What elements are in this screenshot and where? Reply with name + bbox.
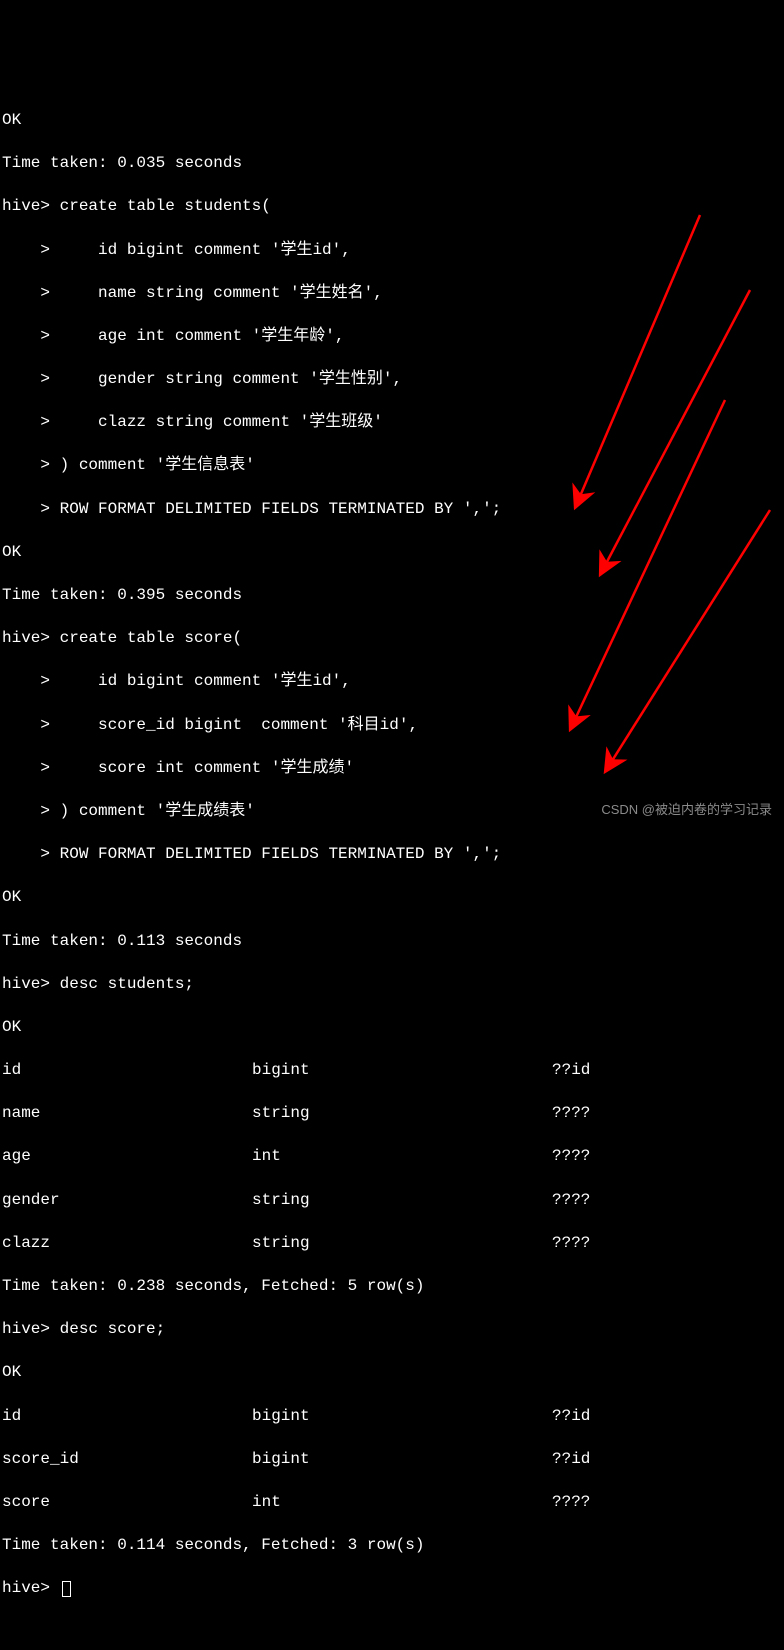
cont-prompt: > (2, 241, 60, 259)
col-comment: ???? (552, 1104, 590, 1122)
col-name: age (2, 1146, 252, 1168)
col-name: id (2, 1060, 252, 1082)
col-name: name (2, 1103, 252, 1125)
col-comment: ??id (552, 1061, 590, 1079)
hive-prompt: hive> (2, 197, 60, 215)
sql-line: > ROW FORMAT DELIMITED FIELDS TERMINATED… (2, 499, 782, 521)
cont-prompt: > (2, 802, 60, 820)
col-name: clazz (2, 1233, 252, 1255)
col-type: int (252, 1146, 552, 1168)
time-taken: Time taken: 0.035 seconds (2, 153, 782, 175)
sql-text: create table students( (60, 197, 271, 215)
sql-line: > clazz string comment '学生班级' (2, 412, 782, 434)
col-type: bigint (252, 1449, 552, 1471)
sql-text: desc students; (60, 975, 194, 993)
sql-text: age int comment '学生年龄', (60, 327, 345, 345)
status-ok: OK (2, 1362, 782, 1384)
time-taken: Time taken: 0.238 seconds, Fetched: 5 ro… (2, 1276, 782, 1298)
cont-prompt: > (2, 456, 60, 474)
cont-prompt: > (2, 370, 60, 388)
hive-prompt: hive> (2, 1320, 60, 1338)
sql-text: desc score; (60, 1320, 166, 1338)
sql-line: > age int comment '学生年龄', (2, 326, 782, 348)
sql-text: id bigint comment '学生id', (60, 241, 351, 259)
col-type: string (252, 1103, 552, 1125)
col-comment: ???? (552, 1147, 590, 1165)
time-taken: Time taken: 0.395 seconds (2, 585, 782, 607)
sql-text: score int comment '学生成绩' (60, 759, 354, 777)
sql-text: name string comment '学生姓名', (60, 284, 383, 302)
col-type: string (252, 1233, 552, 1255)
col-comment: ???? (552, 1191, 590, 1209)
cont-prompt: > (2, 845, 60, 863)
cont-prompt: > (2, 759, 60, 777)
sql-line: > score int comment '学生成绩' (2, 758, 782, 780)
table-row: ageint???? (2, 1146, 782, 1168)
hive-prompt: hive> (2, 975, 60, 993)
col-name: id (2, 1406, 252, 1428)
cont-prompt: > (2, 672, 60, 690)
sql-text: clazz string comment '学生班级' (60, 413, 383, 431)
sql-line: > ) comment '学生信息表' (2, 455, 782, 477)
sql-line: hive> create table students( (2, 196, 782, 218)
sql-text: id bigint comment '学生id', (60, 672, 351, 690)
col-type: bigint (252, 1406, 552, 1428)
sql-text: ROW FORMAT DELIMITED FIELDS TERMINATED B… (60, 845, 502, 863)
sql-line: > name string comment '学生姓名', (2, 283, 782, 305)
col-type: int (252, 1492, 552, 1514)
sql-line: > score_id bigint comment '科目id', (2, 715, 782, 737)
table-row: idbigint??id (2, 1406, 782, 1428)
col-comment: ???? (552, 1493, 590, 1511)
cont-prompt: > (2, 716, 60, 734)
watermark-text: CSDN @被迫内卷的学习记录 (601, 801, 772, 819)
col-name: score_id (2, 1449, 252, 1471)
cont-prompt: > (2, 327, 60, 345)
cont-prompt: > (2, 284, 60, 302)
status-ok: OK (2, 110, 782, 132)
col-comment: ???? (552, 1234, 590, 1252)
status-ok: OK (2, 1017, 782, 1039)
sql-line: > id bigint comment '学生id', (2, 240, 782, 262)
cont-prompt: > (2, 500, 60, 518)
col-name: score (2, 1492, 252, 1514)
col-name: gender (2, 1190, 252, 1212)
table-row: idbigint??id (2, 1060, 782, 1082)
table-row: genderstring???? (2, 1190, 782, 1212)
table-row: clazzstring???? (2, 1233, 782, 1255)
terminal-output: OK Time taken: 0.035 seconds hive> creat… (2, 88, 782, 1621)
hive-prompt: hive> (2, 1579, 60, 1597)
time-taken: Time taken: 0.114 seconds, Fetched: 3 ro… (2, 1535, 782, 1557)
cont-prompt: > (2, 413, 60, 431)
col-comment: ??id (552, 1407, 590, 1425)
input-line[interactable]: hive> (2, 1578, 782, 1600)
sql-line: hive> desc score; (2, 1319, 782, 1341)
sql-text: ROW FORMAT DELIMITED FIELDS TERMINATED B… (60, 500, 502, 518)
col-type: bigint (252, 1060, 552, 1082)
sql-line: hive> desc students; (2, 974, 782, 996)
table-row: namestring???? (2, 1103, 782, 1125)
hive-prompt: hive> (2, 629, 60, 647)
cursor-icon (62, 1581, 71, 1597)
sql-line: > id bigint comment '学生id', (2, 671, 782, 693)
table-row: scoreint???? (2, 1492, 782, 1514)
col-comment: ??id (552, 1450, 590, 1468)
sql-line: > gender string comment '学生性别', (2, 369, 782, 391)
sql-line: > ROW FORMAT DELIMITED FIELDS TERMINATED… (2, 844, 782, 866)
col-type: string (252, 1190, 552, 1212)
sql-text: ) comment '学生成绩表' (60, 802, 255, 820)
status-ok: OK (2, 542, 782, 564)
time-taken: Time taken: 0.113 seconds (2, 931, 782, 953)
sql-text: score_id bigint comment '科目id', (60, 716, 418, 734)
status-ok: OK (2, 887, 782, 909)
sql-text: gender string comment '学生性别', (60, 370, 402, 388)
sql-text: ) comment '学生信息表' (60, 456, 255, 474)
sql-line: hive> create table score( (2, 628, 782, 650)
sql-text: create table score( (60, 629, 242, 647)
table-row: score_idbigint??id (2, 1449, 782, 1471)
